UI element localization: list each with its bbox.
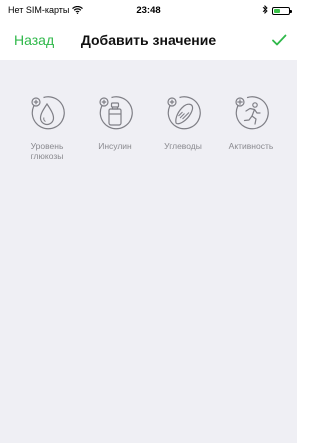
bluetooth-icon	[262, 4, 268, 16]
option-carbs-label-line1: Углеводы	[164, 141, 202, 151]
option-insulin[interactable]: Инсулин	[82, 94, 148, 161]
navigation-bar: Назад Добавить значение	[0, 20, 297, 60]
insulin-vial-icon	[95, 94, 135, 134]
option-carbs-label: Углеводы	[164, 141, 202, 151]
status-right	[262, 4, 292, 16]
option-insulin-label: Инсулин	[98, 141, 132, 151]
option-glucose-label-line1: Уровень	[30, 141, 64, 151]
battery-nub	[290, 9, 292, 13]
value-type-options: Уровень глюкозы Инсулин Углеводы Активно…	[14, 94, 284, 161]
confirm-button[interactable]	[267, 28, 291, 52]
option-activity-label: Активность	[229, 141, 274, 151]
status-bar: Нет SIM-карты 23:48	[0, 0, 297, 20]
add-value-screen: Нет SIM-карты 23:48 Назад Добавить значе…	[0, 0, 297, 443]
option-insulin-label-line1: Инсулин	[98, 141, 132, 151]
option-glucose-label: Уровень глюкозы	[31, 141, 64, 161]
status-time: 23:48	[136, 5, 161, 16]
carbs-bread-icon	[163, 94, 203, 134]
option-carbs[interactable]: Углеводы	[150, 94, 216, 161]
checkmark-icon	[267, 34, 291, 56]
option-activity[interactable]: Активность	[218, 94, 284, 161]
option-activity-label-line1: Активность	[228, 141, 274, 151]
content-area: Уровень глюкозы Инсулин Углеводы Активно…	[0, 60, 297, 443]
back-button[interactable]: Назад	[14, 32, 54, 48]
option-glucose[interactable]: Уровень глюкозы	[14, 94, 80, 161]
battery-level	[274, 8, 281, 13]
option-glucose-label-line2: глюкозы	[30, 151, 64, 161]
battery-icon	[272, 6, 292, 15]
glucose-drop-icon	[27, 94, 67, 134]
activity-runner-icon	[231, 94, 271, 134]
